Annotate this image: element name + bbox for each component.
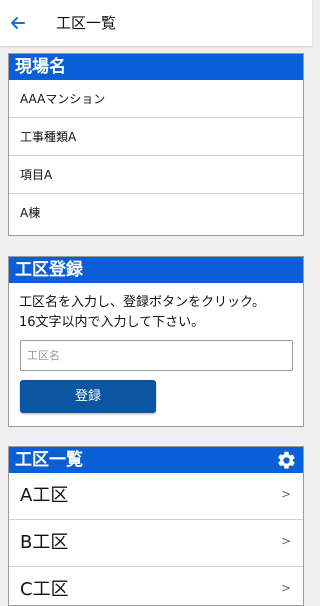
chevron-right-icon: > bbox=[280, 487, 291, 501]
register-card: 工区登録 工区名を入力し、登録ボタンをクリック。 16文字以内で入力して下さい。… bbox=[8, 256, 304, 427]
register-button[interactable]: 登録 bbox=[20, 380, 156, 413]
instructions-line-1: 工区名を入力し、登録ボタンをクリック。 bbox=[19, 295, 265, 310]
site-card: 現場名 AAAマンション 工事種類A 項目A A棟 bbox=[8, 53, 304, 236]
work-type-row: 工事種類A bbox=[9, 118, 303, 156]
back-arrow-icon[interactable] bbox=[8, 13, 28, 33]
section-item-label: B工区 bbox=[20, 532, 69, 553]
page-title: 工区一覧 bbox=[56, 14, 117, 32]
register-instructions: 工区名を入力し、登録ボタンをクリック。 16文字以内で入力して下さい。 bbox=[9, 283, 303, 333]
item-row: 項目A bbox=[9, 156, 303, 194]
section-list-header: 工区一覧 bbox=[9, 447, 303, 473]
section-name-input[interactable]: 工区名 bbox=[20, 340, 293, 371]
register-card-header: 工区登録 bbox=[9, 257, 303, 283]
section-item-a[interactable]: A工区 > bbox=[9, 473, 303, 520]
app-bar: 工区一覧 bbox=[0, 0, 312, 46]
section-list-card: 工区一覧 A工区 > B工区 > C工区 > bbox=[8, 446, 304, 606]
site-name-row: AAAマンション bbox=[9, 80, 303, 118]
site-card-header: 現場名 bbox=[9, 54, 303, 80]
section-item-label: A工区 bbox=[20, 485, 69, 506]
building-row: A棟 bbox=[20, 206, 41, 220]
instructions-line-2: 16文字以内で入力して下さい。 bbox=[19, 315, 205, 330]
section-item-label: C工区 bbox=[20, 579, 69, 600]
section-item-c[interactable]: C工区 > bbox=[9, 567, 303, 605]
section-item-b[interactable]: B工区 > bbox=[9, 520, 303, 567]
chevron-right-icon: > bbox=[280, 581, 291, 595]
chevron-right-icon: > bbox=[280, 534, 291, 548]
section-list-title: 工区一覧 bbox=[15, 450, 83, 470]
gear-icon[interactable] bbox=[276, 450, 297, 471]
